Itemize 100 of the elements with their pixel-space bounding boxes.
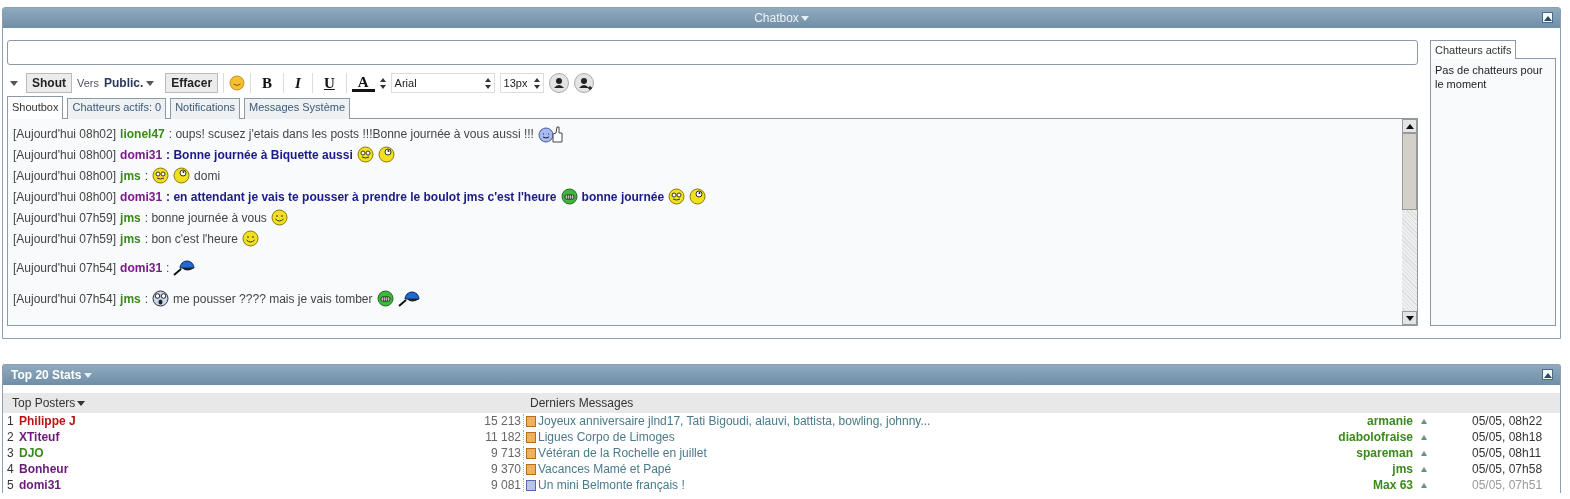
glasses-face-icon	[356, 146, 374, 163]
message-time: [Aujourd'hui 07h54]	[13, 260, 117, 275]
tab[interactable]: Notifications	[170, 98, 241, 119]
message-author[interactable]: domi31	[120, 147, 163, 162]
last-poster[interactable]: spareman	[1295, 446, 1413, 460]
message-author[interactable]: jms	[120, 291, 141, 306]
message-text: me pousser ???? mais je vais tomber	[173, 291, 373, 306]
up-arrow-icon[interactable]	[1405, 123, 1414, 129]
message-author[interactable]: jms	[120, 231, 141, 246]
rank-number: 1	[6, 414, 15, 428]
poster-name[interactable]: Bonheur	[19, 462, 429, 476]
message-author[interactable]: jms	[120, 210, 141, 225]
shocked-face-icon	[152, 290, 170, 307]
column-header: Derniers Messages	[530, 396, 634, 410]
message-time: [Aujourd'hui 08h02]	[13, 126, 117, 141]
rank-number: 2	[6, 430, 15, 444]
poster-name[interactable]: domi31	[19, 478, 429, 492]
underline-button[interactable]: U	[317, 74, 341, 92]
post-count: 15 213	[429, 414, 524, 428]
last-poster[interactable]: armanie	[1295, 414, 1413, 428]
rolling-eyes-face-icon	[377, 146, 395, 163]
italic-button[interactable]: I	[289, 74, 307, 92]
tab[interactable]: Chatteurs actifs: 0	[67, 98, 167, 119]
poster-name[interactable]: XTiteuf	[19, 430, 429, 444]
message-text: :	[166, 260, 170, 275]
spinner-icon[interactable]	[379, 77, 386, 89]
post-count: 9 081	[429, 478, 524, 492]
thumbs-up-face-icon	[537, 124, 564, 143]
clear-button[interactable]: Effacer	[165, 73, 219, 93]
message-text: : bon c'est l'heure	[144, 231, 239, 246]
topic-link[interactable]: Un mini Belmonte français !	[538, 478, 1295, 492]
last-poster[interactable]: jms	[1295, 462, 1413, 476]
spinner-icon[interactable]	[533, 77, 540, 89]
message-time: [Aujourd'hui 08h00]	[13, 168, 117, 183]
message-text: bonne journée	[581, 189, 665, 204]
message-author[interactable]: domi31	[120, 260, 163, 275]
post-count: 9 713	[429, 446, 524, 460]
post-date: 05/05, 08h18	[1472, 430, 1543, 444]
font-select[interactable]: Arial	[390, 73, 495, 93]
message-author[interactable]: lionel47	[120, 126, 165, 141]
collapse-button[interactable]	[1542, 12, 1553, 23]
topic-link[interactable]: Ligues Corpo de Limoges	[538, 430, 1295, 444]
glasses-face-icon	[152, 167, 170, 184]
spinner-icon[interactable]	[484, 77, 491, 89]
smiley-icon[interactable]	[229, 75, 246, 91]
poster-name[interactable]: Philippe J	[19, 414, 429, 428]
add-user-icon[interactable]	[573, 73, 594, 93]
post-date: 05/05, 08h22	[1472, 414, 1543, 428]
post-count: 11 182	[429, 430, 524, 444]
bold-button[interactable]: B	[256, 74, 279, 92]
down-arrow-icon[interactable]	[1405, 315, 1414, 321]
rank-number: 3	[6, 446, 15, 460]
message-time: [Aujourd'hui 07h54]	[13, 291, 117, 306]
message-time: [Aujourd'hui 07h59]	[13, 231, 117, 246]
active-chatters-tab[interactable]: Chatteurs actifs	[1430, 40, 1517, 59]
target-dropdown[interactable]: Public.	[104, 76, 155, 90]
smiley-face-icon	[242, 230, 260, 247]
caret-icon[interactable]	[146, 80, 155, 86]
message-text: :	[144, 291, 149, 306]
topic-link[interactable]: Joyeux anniversaire jlnd17, Tati Bigoudi, alauvi, battista, bowling, johnny...	[538, 414, 1295, 428]
message-text: : oups! scusez j'etais dans les posts !!!Bonne journée à vous aussi !!!	[168, 126, 534, 141]
message-text: : en attendant je vais te pousser à prendre le boulot jms c'est l'heure	[166, 189, 557, 204]
grinning-face-icon	[560, 188, 578, 205]
message-text: domi	[194, 168, 221, 183]
user-icon[interactable]	[548, 73, 569, 93]
message-time: [Aujourd'hui 08h00]	[13, 147, 117, 162]
paddle-icon	[397, 290, 420, 307]
message-text: : Bonne journée à Biquette aussi	[166, 147, 353, 162]
shout-button[interactable]: Shout	[26, 73, 72, 93]
empty-message: Pas de chatteurs pour le moment	[1435, 63, 1544, 91]
poster-name[interactable]: DJO	[19, 446, 429, 460]
rank-number: 5	[6, 478, 15, 492]
message-author[interactable]: domi31	[120, 189, 163, 204]
paddle-icon	[173, 259, 196, 276]
scrollbar[interactable]	[1402, 119, 1417, 325]
topic-link[interactable]: Vacances Mamé et Papé	[538, 462, 1295, 476]
size-select[interactable]: 13px	[499, 73, 544, 93]
caret-icon[interactable]	[77, 400, 86, 406]
rolling-eyes-face-icon	[173, 167, 191, 184]
caret-icon[interactable]	[10, 80, 18, 86]
column-header[interactable]: Top Posters	[3, 396, 530, 410]
smiley-face-icon	[270, 209, 288, 226]
topic-link[interactable]: Vétéran de la Rochelle en juillet	[538, 446, 1295, 460]
message-time: [Aujourd'hui 08h00]	[13, 189, 117, 204]
message-time: [Aujourd'hui 07h59]	[13, 210, 117, 225]
message-author[interactable]: jms	[120, 168, 141, 183]
post-count: 9 370	[429, 462, 524, 476]
post-date: 05/05, 07h58	[1472, 462, 1543, 476]
glasses-face-icon	[668, 188, 686, 205]
text-color-button[interactable]: A	[351, 74, 375, 92]
tab[interactable]: Shoutbox	[7, 96, 64, 119]
last-poster[interactable]: diabolofraise	[1295, 430, 1413, 444]
tab[interactable]: Messages Système	[244, 98, 351, 119]
grinning-face-icon	[376, 290, 394, 307]
message-text: :	[144, 168, 149, 183]
post-date: 05/05, 08h11	[1472, 446, 1542, 460]
message-input-field[interactable]	[7, 40, 1418, 65]
last-poster[interactable]: Max 63	[1295, 478, 1413, 492]
target-label: Vers	[77, 77, 99, 89]
collapse-button[interactable]	[1542, 369, 1553, 380]
